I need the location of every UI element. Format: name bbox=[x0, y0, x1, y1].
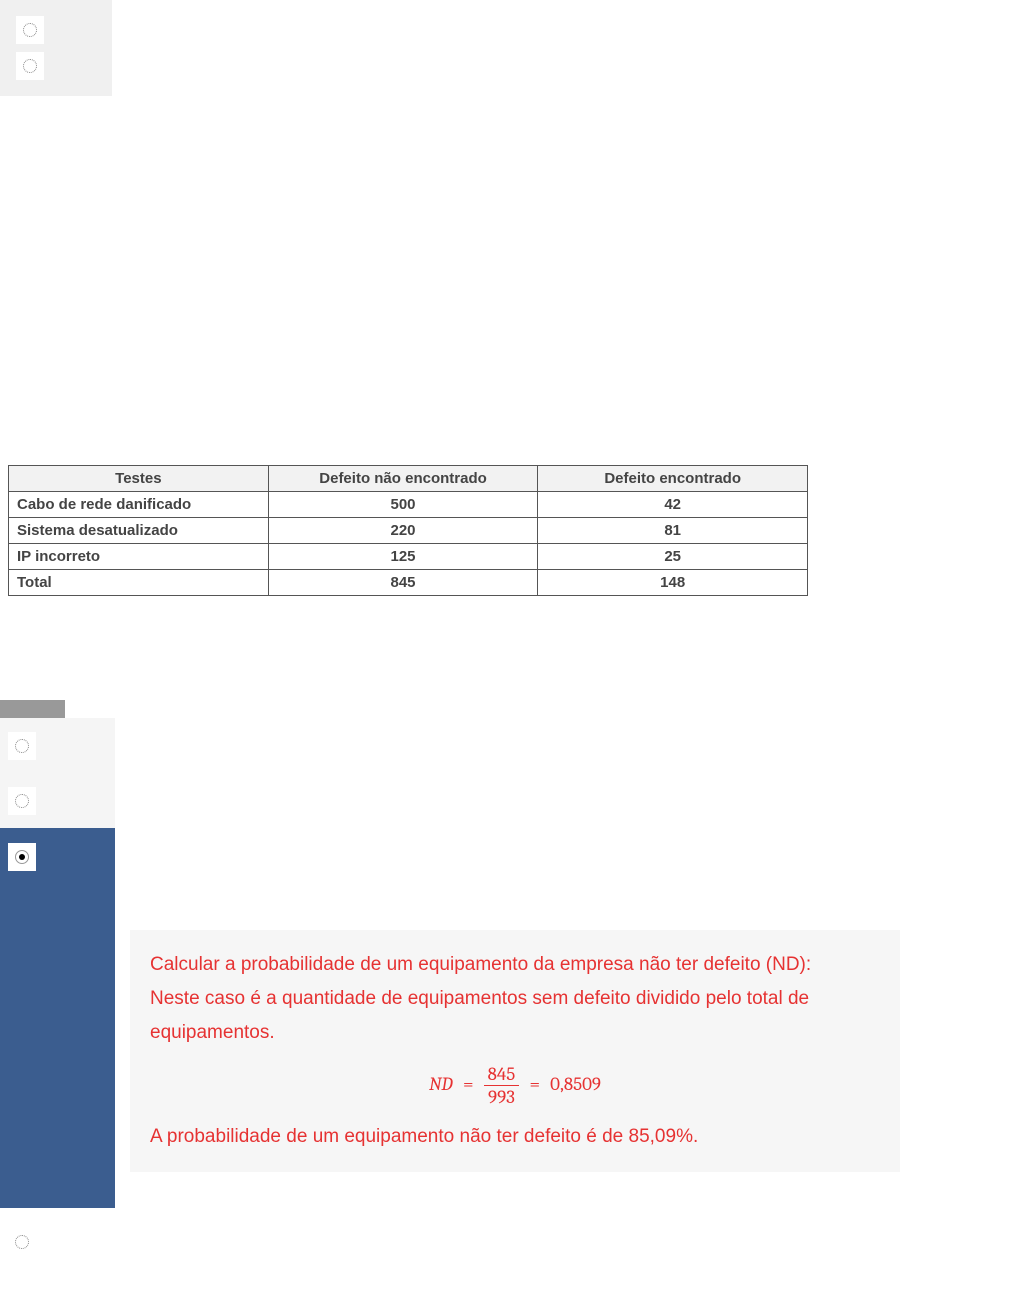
cell-total-not-found: 845 bbox=[268, 570, 538, 596]
radio-option-a[interactable] bbox=[0, 718, 115, 773]
table-row: Cabo de rede danificado 500 42 bbox=[9, 492, 808, 518]
bottom-radio-group bbox=[0, 718, 115, 1208]
formula-result: 0,8509 bbox=[550, 1073, 601, 1095]
cell-not-found: 125 bbox=[268, 544, 538, 570]
equals-sign: = bbox=[463, 1073, 474, 1095]
radio-icon bbox=[15, 739, 29, 753]
explanation-line-1: Calcular a probabilidade de um equipamen… bbox=[150, 948, 880, 982]
explanation-line-2: Neste caso é a quantidade de equipamento… bbox=[150, 982, 880, 1050]
formula: ND = 845 993 = 0,8509 bbox=[150, 1051, 880, 1120]
cell-test-name: Cabo de rede danificado bbox=[9, 492, 269, 518]
explanation-panel: Calcular a probabilidade de um equipamen… bbox=[130, 930, 900, 1172]
fraction: 845 993 bbox=[484, 1063, 520, 1108]
radio-icon bbox=[15, 794, 29, 808]
top-radio-group bbox=[0, 0, 112, 96]
formula-lhs: ND bbox=[429, 1073, 453, 1095]
numerator: 845 bbox=[484, 1063, 520, 1086]
cell-test-name: Sistema desatualizado bbox=[9, 518, 269, 544]
cell-total-found: 148 bbox=[538, 570, 808, 596]
equals-sign: = bbox=[529, 1073, 540, 1095]
cell-found: 25 bbox=[538, 544, 808, 570]
radio-icon bbox=[15, 1235, 29, 1249]
cell-test-name: IP incorreto bbox=[9, 544, 269, 570]
radio-icon bbox=[23, 23, 37, 37]
radio-option-2[interactable] bbox=[16, 52, 44, 80]
header-testes: Testes bbox=[9, 466, 269, 492]
radio-option-d[interactable] bbox=[0, 1220, 112, 1264]
table-row: Sistema desatualizado 220 81 bbox=[9, 518, 808, 544]
radio-option-c-selected[interactable] bbox=[0, 828, 115, 1208]
cell-found: 42 bbox=[538, 492, 808, 518]
table-row: IP incorreto 125 25 bbox=[9, 544, 808, 570]
radio-option-b[interactable] bbox=[0, 773, 115, 828]
cell-not-found: 220 bbox=[268, 518, 538, 544]
cell-total-label: Total bbox=[9, 570, 269, 596]
radio-icon bbox=[23, 59, 37, 73]
cell-found: 81 bbox=[538, 518, 808, 544]
defects-table: Testes Defeito não encontrado Defeito en… bbox=[8, 465, 808, 596]
header-encontrado: Defeito encontrado bbox=[538, 466, 808, 492]
explanation-conclusion: A probabilidade de um equipamento não te… bbox=[150, 1120, 880, 1154]
gray-divider bbox=[0, 700, 65, 718]
denominator: 993 bbox=[484, 1086, 520, 1108]
cell-not-found: 500 bbox=[268, 492, 538, 518]
radio-selected-icon bbox=[15, 850, 29, 864]
header-nao-encontrado: Defeito não encontrado bbox=[268, 466, 538, 492]
radio-option-1[interactable] bbox=[16, 16, 44, 44]
table-header-row: Testes Defeito não encontrado Defeito en… bbox=[9, 466, 808, 492]
table-row-total: Total 845 148 bbox=[9, 570, 808, 596]
